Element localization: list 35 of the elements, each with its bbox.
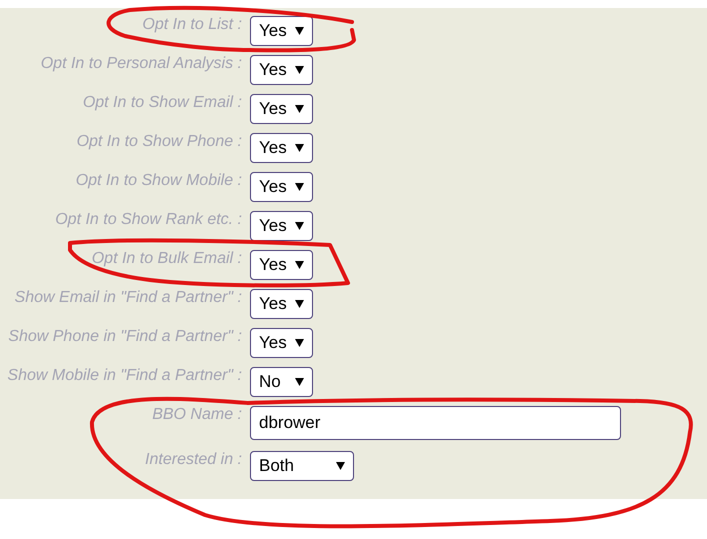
dropdown[interactable]: Yes <box>250 289 313 319</box>
field-label: Opt In to Show Mobile : <box>76 172 242 191</box>
dropdown[interactable]: Yes <box>250 172 313 202</box>
field-label: Opt In to Show Phone : <box>76 133 242 152</box>
field-label: Show Phone in "Find a Partner" : <box>8 328 242 347</box>
caret-icon <box>295 300 304 308</box>
dropdown[interactable]: Yes <box>250 250 313 280</box>
dropdown[interactable]: Both <box>250 451 354 481</box>
dropdown[interactable]: Yes <box>250 55 313 85</box>
dropdown[interactable]: Yes <box>250 94 313 124</box>
caret-icon <box>295 222 304 230</box>
caret-icon <box>295 183 304 191</box>
caret-icon <box>295 378 304 386</box>
field-label: Opt In to Show Email : <box>82 94 242 113</box>
field-label: Opt In to Bulk Email : <box>92 250 242 269</box>
caret-icon <box>295 105 304 113</box>
field-label: Opt In to Personal Analysis : <box>40 55 242 74</box>
dropdown[interactable]: No <box>250 367 313 397</box>
dropdown[interactable]: Yes <box>250 16 313 46</box>
dropdown[interactable]: Yes <box>250 211 313 241</box>
field-label: Opt In to Show Rank etc. : <box>55 211 242 230</box>
caret-icon <box>295 339 304 347</box>
dropdown[interactable]: Yes <box>250 328 313 358</box>
field-label: BBO Name : <box>152 406 242 425</box>
field-label: Show Mobile in "Find a Partner" : <box>7 367 242 386</box>
caret-icon <box>336 462 345 470</box>
input-field[interactable]: dbrower <box>250 406 621 440</box>
caret-icon <box>295 27 304 35</box>
caret-icon <box>295 261 304 269</box>
field-label: Interested in : <box>145 451 242 470</box>
caret-icon <box>295 66 304 74</box>
caret-icon <box>295 144 304 152</box>
field-label: Opt In to List : <box>142 16 242 35</box>
dropdown[interactable]: Yes <box>250 133 313 163</box>
field-label: Show Email in "Find a Partner" : <box>14 289 242 308</box>
